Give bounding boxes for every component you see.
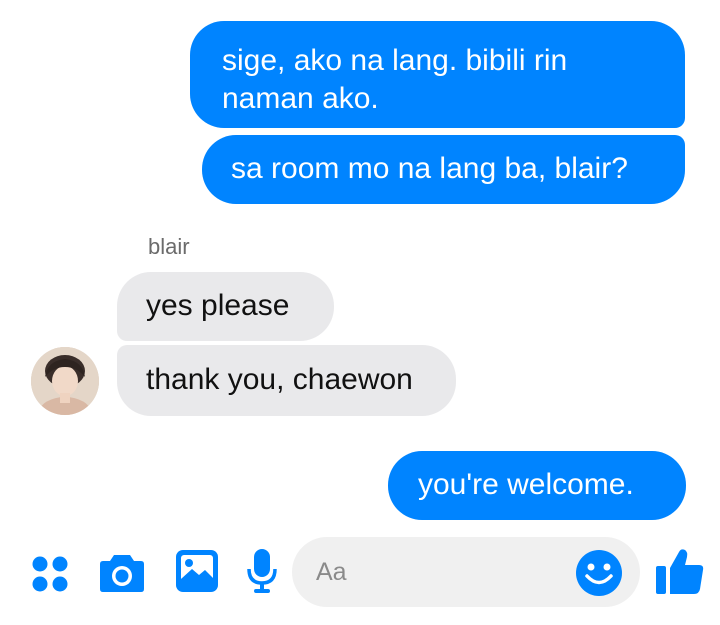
message-bubble-incoming[interactable]: thank you, chaewon [117, 345, 456, 416]
sender-name: blair [148, 234, 190, 259]
message-text: you're welcome. [418, 468, 634, 501]
emoji-icon[interactable] [575, 549, 623, 597]
message-text: thank you, chaewon [146, 363, 413, 396]
message-bubble-outgoing[interactable]: sa room mo na lang ba, blair? [202, 135, 685, 204]
message-input-placeholder: Aa [316, 558, 347, 586]
microphone-icon[interactable] [247, 548, 277, 594]
chat-screen: sige, ako na lang. bibili rin naman ako.… [0, 0, 720, 625]
gallery-icon[interactable] [175, 549, 219, 593]
message-bubble-outgoing[interactable]: sige, ako na lang. bibili rin naman ako. [190, 21, 685, 128]
avatar[interactable] [31, 347, 99, 415]
message-text: sige, ako na lang. bibili rin naman ako. [222, 44, 568, 115]
apps-icon[interactable] [30, 554, 70, 594]
avatar-photo [31, 347, 99, 415]
thumbs-up-icon[interactable] [655, 546, 705, 596]
message-bubble-incoming[interactable]: yes please [117, 272, 334, 341]
message-text: yes please [146, 289, 290, 322]
message-text: sa room mo na lang ba, blair? [231, 152, 628, 185]
message-bubble-outgoing[interactable]: you're welcome. [388, 451, 686, 520]
camera-icon[interactable] [99, 551, 145, 593]
